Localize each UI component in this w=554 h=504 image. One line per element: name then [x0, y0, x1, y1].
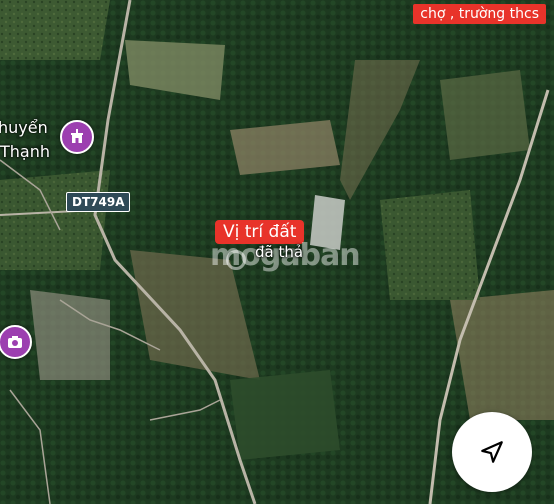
road-label: DT749A	[66, 192, 131, 212]
place-name-line2: Thạnh	[0, 142, 50, 161]
location-pin-icon	[226, 250, 246, 270]
temple-poi[interactable]	[60, 120, 94, 154]
place-name-line1: huyển	[0, 118, 48, 137]
navigation-arrow-icon	[481, 441, 503, 463]
stone-label: đã thả	[255, 243, 304, 261]
navigation-button[interactable]	[452, 412, 532, 492]
top-label: chợ , trường thcs	[413, 4, 546, 24]
camera-icon	[8, 336, 22, 348]
temple-icon	[71, 129, 83, 143]
